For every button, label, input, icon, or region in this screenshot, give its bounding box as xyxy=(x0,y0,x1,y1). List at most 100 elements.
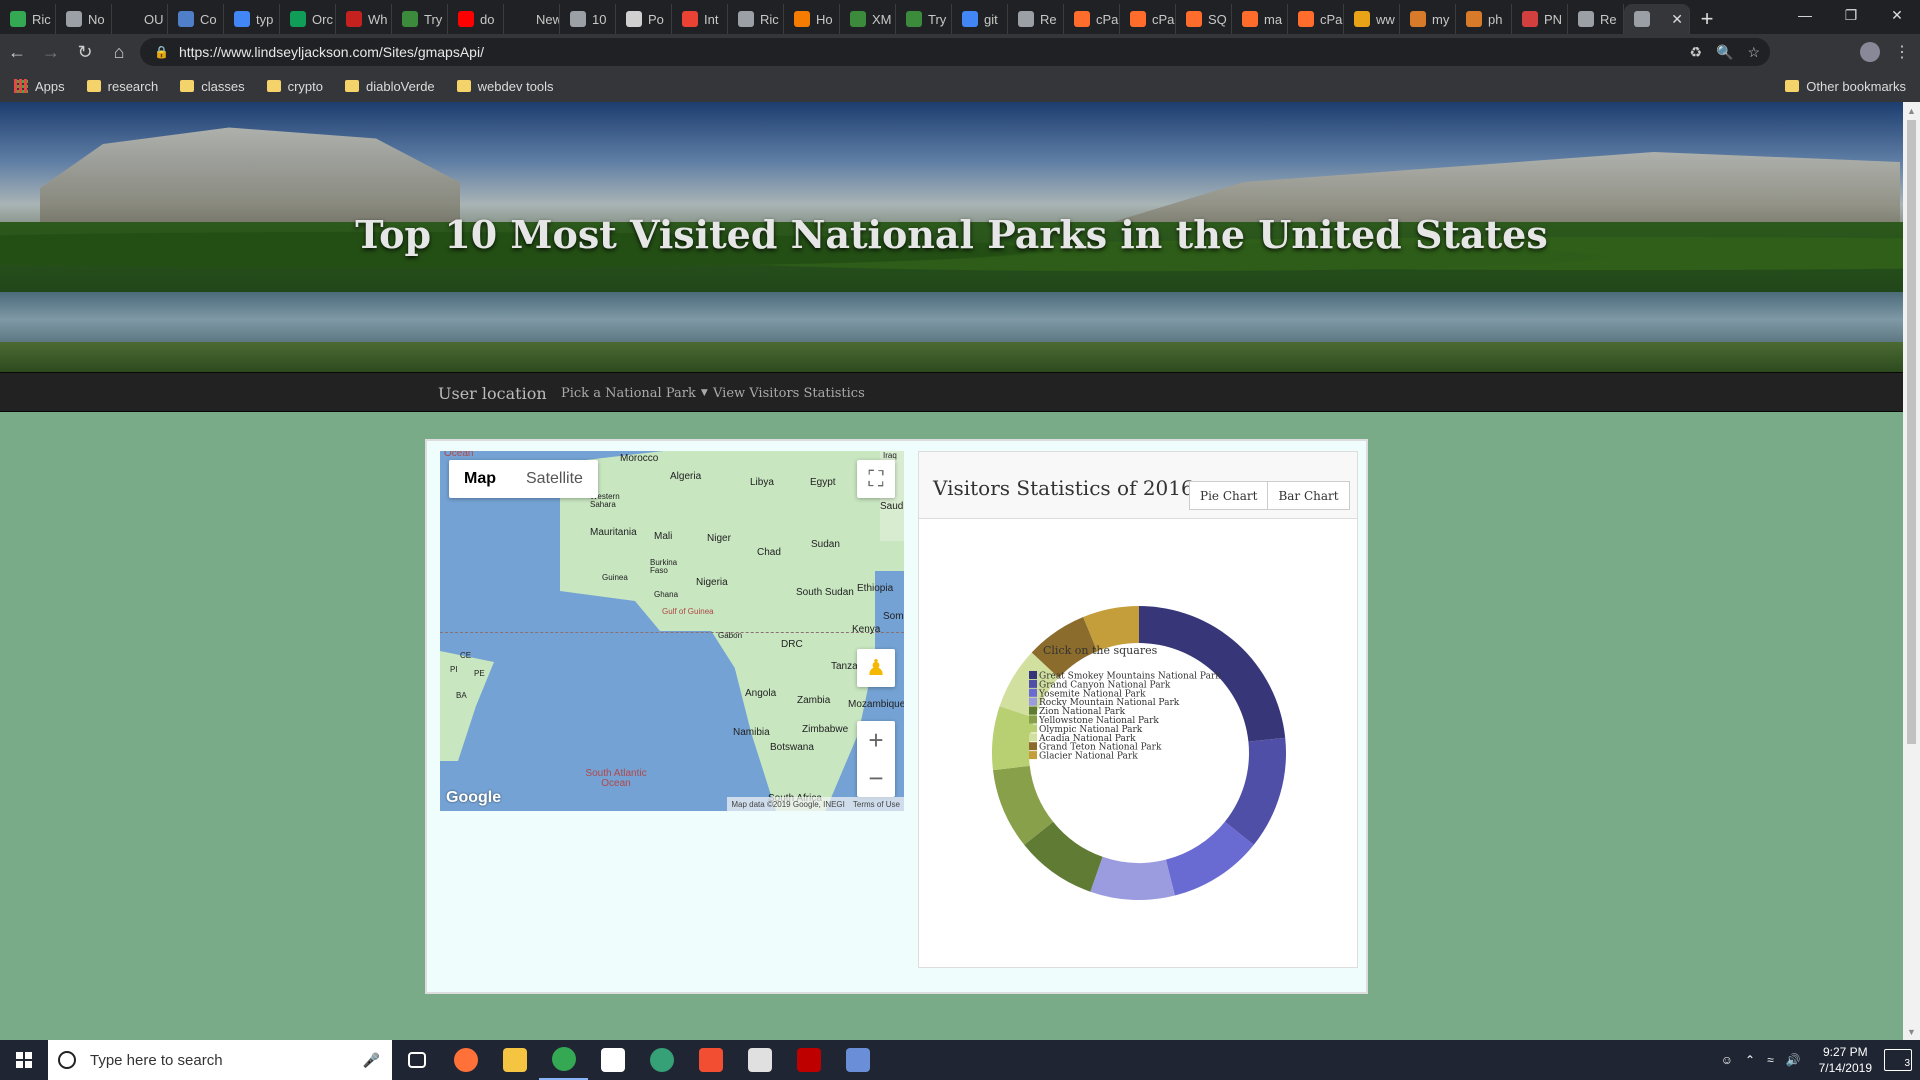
legend-square[interactable] xyxy=(1029,697,1037,706)
browser-tab[interactable]: XM xyxy=(840,4,896,34)
start-button[interactable] xyxy=(0,1040,48,1080)
address-bar[interactable]: 🔒 https://www.lindseyljackson.com/Sites/… xyxy=(140,38,1770,66)
terms-of-use-link[interactable]: Terms of Use xyxy=(853,800,900,809)
back-icon[interactable]: ← xyxy=(0,35,34,69)
browser-tab[interactable]: PN xyxy=(1512,4,1568,34)
taskbar-app-photos[interactable] xyxy=(833,1040,882,1080)
taskbar-app-firefox[interactable] xyxy=(441,1040,490,1080)
browser-tab[interactable]: git xyxy=(952,4,1008,34)
browser-tab[interactable]: typ xyxy=(224,4,280,34)
browser-tab[interactable]: Orc xyxy=(280,4,336,34)
bookmark-star-icon[interactable]: ☆ xyxy=(1747,44,1760,61)
nav-pick-park-dropdown[interactable]: Pick a National Park ▼ xyxy=(561,373,708,413)
taskbar-app-file-explorer[interactable] xyxy=(490,1040,539,1080)
bar-chart-button[interactable]: Bar Chart xyxy=(1267,481,1350,510)
bookmark-classes[interactable]: classes xyxy=(180,79,245,94)
bookmark-diabloverde[interactable]: diabloVerde xyxy=(344,79,435,94)
tray-overflow-icon[interactable]: ⌃ xyxy=(1745,1053,1755,1067)
browser-tab[interactable]: Co xyxy=(168,4,224,34)
legend-square[interactable] xyxy=(1029,706,1037,715)
scroll-down-icon[interactable]: ▼ xyxy=(1903,1023,1920,1040)
legend-square[interactable] xyxy=(1029,715,1037,724)
bookmark-crypto[interactable]: crypto xyxy=(266,79,323,94)
browser-tab[interactable]: Re xyxy=(1568,4,1624,34)
close-window-button[interactable]: ✕ xyxy=(1874,0,1920,30)
nav-view-stats[interactable]: View Visitors Statistics xyxy=(713,373,865,413)
browser-tab[interactable]: New Ta xyxy=(504,4,560,34)
browser-tab[interactable]: cPa xyxy=(1288,4,1344,34)
bookmark-research[interactable]: research xyxy=(86,79,158,94)
legend-square[interactable] xyxy=(1029,724,1037,733)
browser-tab[interactable]: Wh xyxy=(336,4,392,34)
close-tab-icon[interactable]: ✕ xyxy=(1671,11,1683,28)
profile-avatar[interactable] xyxy=(1860,42,1880,62)
browser-tab[interactable]: do xyxy=(448,4,504,34)
browser-tab[interactable]: Try xyxy=(392,4,448,34)
nav-user-location[interactable]: User location xyxy=(438,373,547,413)
browser-tab[interactable]: Po xyxy=(616,4,672,34)
home-icon[interactable]: ⌂ xyxy=(102,35,136,69)
translate-icon[interactable]: ♻ xyxy=(1689,44,1702,61)
legend-square[interactable] xyxy=(1029,679,1037,688)
browser-tab[interactable]: ww xyxy=(1344,4,1400,34)
wifi-icon[interactable]: ≈ xyxy=(1767,1053,1774,1067)
browser-tab[interactable]: my xyxy=(1400,4,1456,34)
restore-button[interactable]: ❐ xyxy=(1828,0,1874,30)
browser-tab[interactable]: ma xyxy=(1232,4,1288,34)
scroll-thumb[interactable] xyxy=(1907,120,1916,744)
browser-tab[interactable]: 10 xyxy=(560,4,616,34)
donut-slice[interactable] xyxy=(1224,737,1286,845)
browser-tab[interactable]: Ho xyxy=(784,4,840,34)
taskbar-app-task-view[interactable] xyxy=(392,1040,441,1080)
microphone-icon[interactable]: 🎤 xyxy=(363,1052,380,1069)
browser-tab[interactable]: OU xyxy=(112,4,168,34)
legend-square[interactable] xyxy=(1029,751,1037,760)
taskbar-app-chrome[interactable] xyxy=(539,1040,588,1080)
zoom-icon[interactable]: 🔍 xyxy=(1716,44,1733,61)
taskbar-app-filezilla[interactable] xyxy=(784,1040,833,1080)
zoom-out-button[interactable]: − xyxy=(857,759,895,797)
fullscreen-icon[interactable]: ⛶ xyxy=(857,460,895,498)
scroll-up-icon[interactable]: ▲ xyxy=(1903,102,1920,119)
clock[interactable]: 9:27 PM 7/14/2019 xyxy=(1819,1044,1872,1076)
map-type-satellite-button[interactable]: Satellite xyxy=(511,460,598,498)
browser-tab[interactable]: cPa xyxy=(1120,4,1176,34)
browser-tab[interactable]: No xyxy=(56,4,112,34)
browser-tab[interactable]: cPa xyxy=(1064,4,1120,34)
taskbar-app-unity[interactable] xyxy=(588,1040,637,1080)
browser-tab[interactable]: Int xyxy=(672,4,728,34)
pegman-icon[interactable]: ♟ xyxy=(857,649,895,687)
browser-tab[interactable]: ✕ xyxy=(1624,4,1690,34)
forward-icon[interactable]: → xyxy=(34,35,68,69)
menu-icon[interactable]: ⋮ xyxy=(1894,42,1910,62)
taskbar-search[interactable]: Type here to search 🎤 xyxy=(48,1040,392,1080)
zoom-in-button[interactable]: + xyxy=(857,721,895,759)
browser-tab[interactable]: Ric xyxy=(0,4,56,34)
people-icon[interactable]: ☺ xyxy=(1721,1053,1733,1067)
browser-tab[interactable]: ph xyxy=(1456,4,1512,34)
other-bookmarks[interactable]: Other bookmarks xyxy=(1785,70,1906,102)
minimize-button[interactable]: — xyxy=(1782,0,1828,30)
browser-tab[interactable]: Ric xyxy=(728,4,784,34)
google-map[interactable]: Morocco Algeria Libya Egypt Western Saha… xyxy=(440,451,904,811)
bookmark-apps[interactable]: Apps xyxy=(14,79,65,94)
taskbar-app-git[interactable] xyxy=(686,1040,735,1080)
taskbar-app-gitkraken[interactable] xyxy=(637,1040,686,1080)
pie-chart-button[interactable]: Pie Chart xyxy=(1189,481,1269,510)
reload-icon[interactable]: ↻ xyxy=(68,35,102,69)
volume-icon[interactable]: 🔊 xyxy=(1786,1053,1801,1067)
legend-square[interactable] xyxy=(1029,671,1037,679)
taskbar-app-inkscape[interactable] xyxy=(735,1040,784,1080)
browser-tab[interactable]: Try xyxy=(896,4,952,34)
legend-square[interactable] xyxy=(1029,742,1037,751)
legend-square[interactable] xyxy=(1029,733,1037,742)
action-center-icon[interactable]: 3 xyxy=(1884,1049,1912,1071)
legend-square[interactable] xyxy=(1029,688,1037,697)
page-scrollbar[interactable]: ▲ ▼ xyxy=(1903,102,1920,1040)
new-tab-button[interactable]: + xyxy=(1690,4,1724,34)
bookmark-webdev-tools[interactable]: webdev tools xyxy=(456,79,554,94)
browser-tab[interactable]: Re xyxy=(1008,4,1064,34)
map-type-map-button[interactable]: Map xyxy=(449,460,511,498)
browser-tab[interactable]: SQ xyxy=(1176,4,1232,34)
donut-slice[interactable] xyxy=(1090,856,1175,900)
